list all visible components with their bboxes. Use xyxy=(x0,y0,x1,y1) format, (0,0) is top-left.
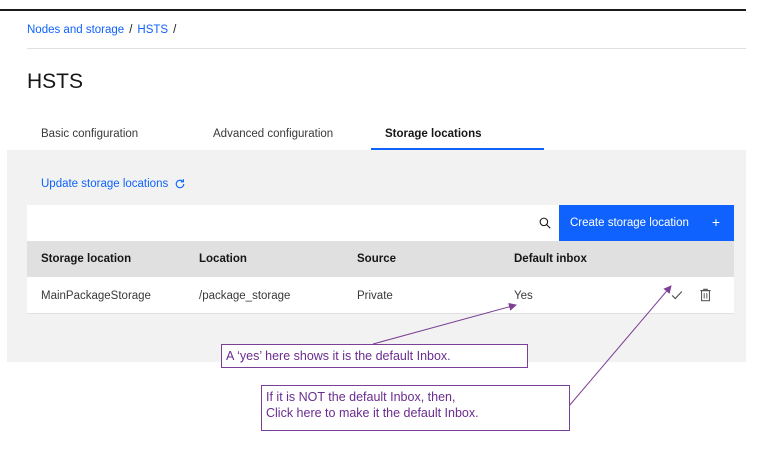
annotation-line: If it is NOT the default Inbox, then, xyxy=(266,390,456,404)
annotation-line: Click here to make it the default Inbox. xyxy=(266,406,479,420)
update-storage-locations-link[interactable]: Update storage locations xyxy=(41,178,186,190)
cell-location: /package_storage xyxy=(199,290,291,302)
delete-button[interactable] xyxy=(699,288,712,307)
set-default-inbox-button[interactable] xyxy=(670,288,684,307)
tab-storage-locations[interactable]: Storage locations xyxy=(371,120,544,150)
page-title: HSTS xyxy=(27,70,84,93)
top-divider xyxy=(0,9,746,11)
column-header-location: Location xyxy=(199,253,247,265)
refresh-icon xyxy=(175,179,185,189)
cell-source: Private xyxy=(357,290,393,302)
update-storage-locations-label: Update storage locations xyxy=(41,178,169,190)
cell-storage-location: MainPackageStorage xyxy=(41,290,151,302)
annotation-default-inbox-note: A ‘yes’ here shows it is the default Inb… xyxy=(221,344,528,368)
checkmark-icon xyxy=(671,291,683,300)
breadcrumb: Nodes and storage / HSTS / xyxy=(27,24,176,36)
column-header-default-inbox: Default inbox xyxy=(514,253,587,265)
cell-default-inbox: Yes xyxy=(514,290,533,302)
header-divider xyxy=(27,48,746,49)
create-storage-location-label: Create storage location xyxy=(570,217,689,229)
column-header-storage-location: Storage location xyxy=(41,253,132,265)
table-header: Storage location Location Source Default… xyxy=(27,241,734,277)
create-storage-location-button[interactable]: Create storage location + xyxy=(559,205,734,241)
tab-basic-configuration[interactable]: Basic configuration xyxy=(27,120,199,150)
tab-bar: Basic configuration Advanced configurati… xyxy=(27,120,544,150)
search-button[interactable] xyxy=(531,205,559,241)
annotation-set-default-note: If it is NOT the default Inbox, then, Cl… xyxy=(261,385,570,431)
breadcrumb-separator: / xyxy=(173,24,177,36)
tab-advanced-configuration[interactable]: Advanced configuration xyxy=(199,120,371,150)
plus-icon: + xyxy=(711,214,720,230)
search-icon xyxy=(539,217,551,229)
breadcrumb-hsts[interactable]: HSTS xyxy=(137,24,168,36)
breadcrumb-separator: / xyxy=(129,24,133,36)
table-row: MainPackageStorage /package_storage Priv… xyxy=(27,277,734,314)
breadcrumb-nodes-and-storage[interactable]: Nodes and storage xyxy=(27,24,124,36)
table-toolbar: Create storage location + xyxy=(27,205,734,241)
column-header-source: Source xyxy=(357,253,396,265)
trash-icon xyxy=(700,288,711,302)
